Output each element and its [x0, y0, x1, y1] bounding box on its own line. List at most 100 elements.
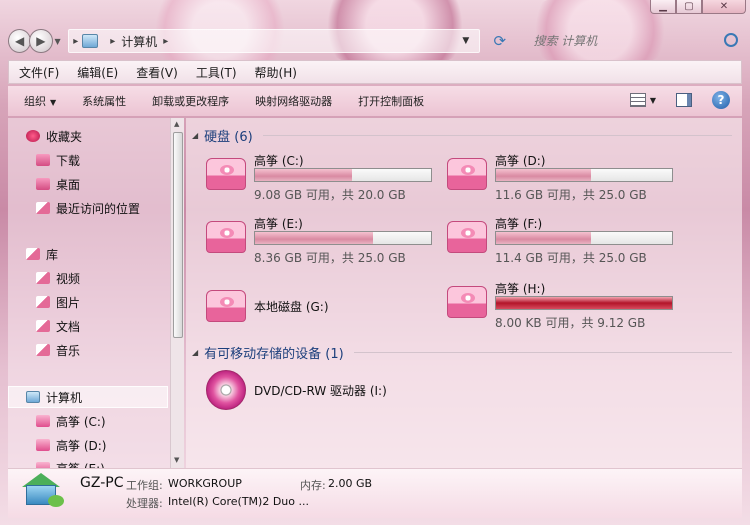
organize-label: 组织 [24, 95, 46, 108]
menu-edit[interactable]: 编辑(E) [77, 64, 118, 81]
favorites-icon [26, 130, 40, 142]
breadcrumb-separator[interactable]: ▸ [163, 36, 168, 47]
group-title: 有可移动存储的设备 (1) [204, 347, 344, 362]
address-row: ◀ ▶ ▼ ▸ ▸ 计算机 ▸ ▼ ⟳ [8, 26, 742, 56]
drive-item[interactable]: 高筝 (F:) 11.4 GB 可用，共 25.0 GB [447, 215, 683, 271]
sidebar-item-label: 收藏夹 [46, 129, 83, 144]
drive-item[interactable]: 高筝 (D:) 11.6 GB 可用，共 25.0 GB [447, 152, 683, 208]
breadcrumb-separator[interactable]: ▸ [110, 36, 115, 47]
drive-name: DVD/CD-RW 驱动器 (I:) [254, 384, 387, 398]
menu-bar: 文件(F) 编辑(E) 查看(V) 工具(T) 帮助(H) [8, 60, 742, 84]
drive-free-space: 11.6 GB 可用，共 25.0 GB [495, 188, 647, 202]
navigation-pane: 收藏夹 下载 桌面 最近访问的位置 库 视频 图片 文档 音乐 计算机 高筝 (… [8, 118, 184, 468]
sidebar-item-pictures[interactable]: 图片 [36, 292, 80, 312]
organize-button[interactable]: 组织 ▼ [24, 93, 56, 109]
uninstall-program-button[interactable]: 卸载或更改程序 [152, 93, 229, 109]
drive-item[interactable]: 高筝 (E:) 8.36 GB 可用，共 25.0 GB [206, 215, 442, 271]
search-icon[interactable] [723, 33, 738, 47]
drive-usage-fill [496, 232, 592, 244]
chevron-down-icon: ▼ [50, 98, 57, 107]
processor-label: 处理器: [126, 497, 163, 510]
sidebar-item-libraries[interactable]: 库 [26, 244, 58, 264]
pictures-icon [36, 296, 50, 308]
map-network-drive-button[interactable]: 映射网络驱动器 [255, 93, 332, 109]
sidebar-item-drive-d[interactable]: 高筝 (D:) [36, 435, 106, 455]
chevron-down-icon[interactable]: ▼ [650, 96, 656, 105]
sidebar-item-downloads[interactable]: 下载 [36, 150, 80, 170]
drive-name: 高筝 (F:) [495, 217, 543, 231]
toolbar-right: ▼ ? [629, 91, 730, 109]
scroll-down-icon[interactable]: ▼ [174, 456, 179, 464]
drive-name: 高筝 (H:) [495, 282, 546, 296]
sidebar-item-videos[interactable]: 视频 [36, 268, 80, 288]
sidebar-item-drive-e[interactable]: 高筝 (E:) [36, 458, 105, 468]
drive-item[interactable]: 高筝 (H:) 8.00 KB 可用，共 9.12 GB [447, 280, 683, 336]
workgroup-label: 工作组: [126, 479, 163, 492]
sidebar-item-favorites[interactable]: 收藏夹 [26, 126, 82, 146]
address-history-dropdown[interactable]: ▼ [462, 36, 469, 46]
system-properties-button[interactable]: 系统属性 [82, 93, 126, 109]
drive-item[interactable]: 本地磁盘 (G:) [206, 284, 442, 340]
maximize-button[interactable]: ▢ [676, 0, 702, 14]
drive-item[interactable]: 高筝 (C:) 9.08 GB 可用，共 20.0 GB [206, 152, 442, 208]
chevron-down-icon: ▼ [54, 36, 61, 46]
sidebar-item-desktop[interactable]: 桌面 [36, 174, 80, 194]
hard-drive-icon [447, 158, 487, 190]
sidebar-item-label: 计算机 [46, 390, 83, 405]
recent-places-icon [36, 202, 50, 214]
menu-tools[interactable]: 工具(T) [196, 64, 237, 81]
scroll-up-icon[interactable]: ▲ [174, 120, 179, 128]
computer-network-icon [22, 473, 64, 507]
menu-help[interactable]: 帮助(H) [255, 64, 297, 81]
menu-file[interactable]: 文件(F) [19, 64, 59, 81]
documents-icon [36, 320, 50, 332]
downloads-icon [36, 154, 50, 166]
sidebar-item-label: 文档 [56, 319, 81, 334]
sidebar-item-music[interactable]: 音乐 [36, 340, 80, 360]
back-button[interactable]: ◀ [8, 29, 32, 53]
close-button[interactable]: ✕ [702, 0, 746, 14]
sidebar-scrollbar[interactable]: ▲ ▼ [170, 118, 184, 468]
minimize-button[interactable]: ▁ [650, 0, 676, 14]
sidebar-item-label: 下载 [56, 153, 81, 168]
help-icon[interactable]: ? [712, 91, 730, 109]
drive-name: 本地磁盘 (G:) [254, 300, 329, 314]
breadcrumb-computer[interactable]: 计算机 [121, 33, 157, 50]
globe-shape [48, 495, 64, 507]
open-control-panel-button[interactable]: 打开控制面板 [358, 93, 424, 109]
sidebar-item-documents[interactable]: 文档 [36, 316, 80, 336]
recent-pages-dropdown[interactable]: ▼ [55, 37, 65, 46]
address-bar[interactable]: ▸ ▸ 计算机 ▸ ▼ [68, 29, 481, 53]
removable-group-header[interactable]: ◢ 有可移动存储的设备 (1) [192, 343, 732, 362]
search-input[interactable] [525, 30, 742, 52]
computer-name: GZ-PC [80, 475, 124, 491]
drive-usage-bar [495, 168, 673, 182]
videos-icon [36, 272, 50, 284]
forward-button[interactable]: ▶ [29, 29, 53, 53]
refresh-button[interactable]: ⟳ [488, 32, 511, 50]
sidebar-item-label: 图片 [56, 295, 81, 310]
sidebar-item-recent-places[interactable]: 最近访问的位置 [36, 198, 140, 218]
hard-drive-icon [206, 221, 246, 253]
processor-value: Intel(R) Core(TM)2 Duo ... [168, 495, 309, 508]
search-box[interactable] [525, 29, 742, 53]
desktop-icon [36, 178, 50, 190]
preview-pane-icon[interactable] [676, 93, 692, 107]
drive-usage-bar [254, 168, 432, 182]
computer-icon [82, 34, 99, 48]
sidebar-item-computer[interactable]: 计算机 [26, 387, 82, 407]
drive-name: 高筝 (C:) [254, 154, 304, 168]
sidebar-item-label: 高筝 (E:) [56, 460, 105, 469]
drive-usage-fill [496, 297, 672, 309]
drive-free-space: 8.00 KB 可用，共 9.12 GB [495, 316, 646, 330]
drive-name: 高筝 (D:) [495, 154, 546, 168]
hard-disks-group-header[interactable]: ◢ 硬盘 (6) [192, 126, 732, 145]
menu-view[interactable]: 查看(V) [136, 64, 178, 81]
address-overflow-chevron[interactable]: ▸ [73, 36, 78, 47]
change-view-icon[interactable] [629, 93, 646, 107]
scrollbar-thumb[interactable] [173, 132, 183, 338]
drive-usage-bar [495, 296, 673, 310]
sidebar-item-drive-c[interactable]: 高筝 (C:) [36, 411, 106, 431]
hard-drive-icon [206, 158, 246, 190]
command-toolbar: 组织 ▼ 系统属性 卸载或更改程序 映射网络驱动器 打开控制面板 ▼ ? [8, 86, 742, 116]
